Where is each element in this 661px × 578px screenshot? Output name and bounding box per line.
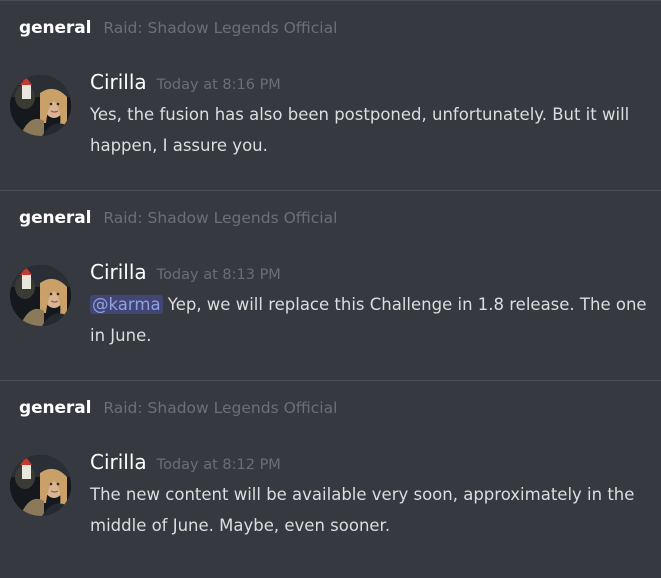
avatar[interactable]: [10, 265, 71, 326]
author-name[interactable]: Cirilla: [90, 450, 147, 474]
timestamp: Today at 8:16 PM: [156, 77, 281, 93]
message-content: @karma Yep, we will replace this Challen…: [90, 289, 650, 351]
message-text: Yes, the fusion has also been postponed,…: [90, 105, 630, 155]
avatar-image: [10, 265, 71, 326]
message-context: general Raid: Shadow Legends Official: [19, 208, 337, 228]
server-name[interactable]: Raid: Shadow Legends Official: [103, 399, 337, 417]
message-content: The new content will be available very s…: [90, 479, 650, 541]
user-mention[interactable]: @karma: [90, 295, 163, 314]
server-name[interactable]: Raid: Shadow Legends Official: [103, 209, 337, 227]
message-header: Cirilla Today at 8:13 PM: [90, 260, 650, 284]
message-header: Cirilla Today at 8:16 PM: [90, 70, 650, 94]
message-context: general Raid: Shadow Legends Official: [19, 398, 337, 418]
message-feed: general Raid: Shadow Legends Official Ci…: [0, 0, 661, 570]
channel-name[interactable]: general: [19, 18, 91, 38]
channel-name[interactable]: general: [19, 398, 91, 418]
author-name[interactable]: Cirilla: [90, 70, 147, 94]
avatar[interactable]: [10, 75, 71, 136]
message: Cirilla Today at 8:13 PM @karma Yep, we …: [90, 260, 650, 351]
message: Cirilla Today at 8:16 PM Yes, the fusion…: [90, 70, 650, 161]
channel-name[interactable]: general: [19, 208, 91, 228]
avatar[interactable]: [10, 455, 71, 516]
avatar-image: [10, 455, 71, 516]
message-text: The new content will be available very s…: [90, 485, 635, 535]
message: Cirilla Today at 8:12 PM The new content…: [90, 450, 650, 541]
avatar-image: [10, 75, 71, 136]
message-header: Cirilla Today at 8:12 PM: [90, 450, 650, 474]
message-text: Yep, we will replace this Challenge in 1…: [90, 295, 647, 345]
author-name[interactable]: Cirilla: [90, 260, 147, 284]
message-block: general Raid: Shadow Legends Official Ci…: [0, 1, 661, 190]
timestamp: Today at 8:12 PM: [156, 457, 281, 473]
message-content: Yes, the fusion has also been postponed,…: [90, 99, 650, 161]
message-block: general Raid: Shadow Legends Official Ci…: [0, 191, 661, 380]
message-block: general Raid: Shadow Legends Official Ci…: [0, 381, 661, 570]
timestamp: Today at 8:13 PM: [156, 267, 281, 283]
message-context: general Raid: Shadow Legends Official: [19, 18, 337, 38]
server-name[interactable]: Raid: Shadow Legends Official: [103, 19, 337, 37]
